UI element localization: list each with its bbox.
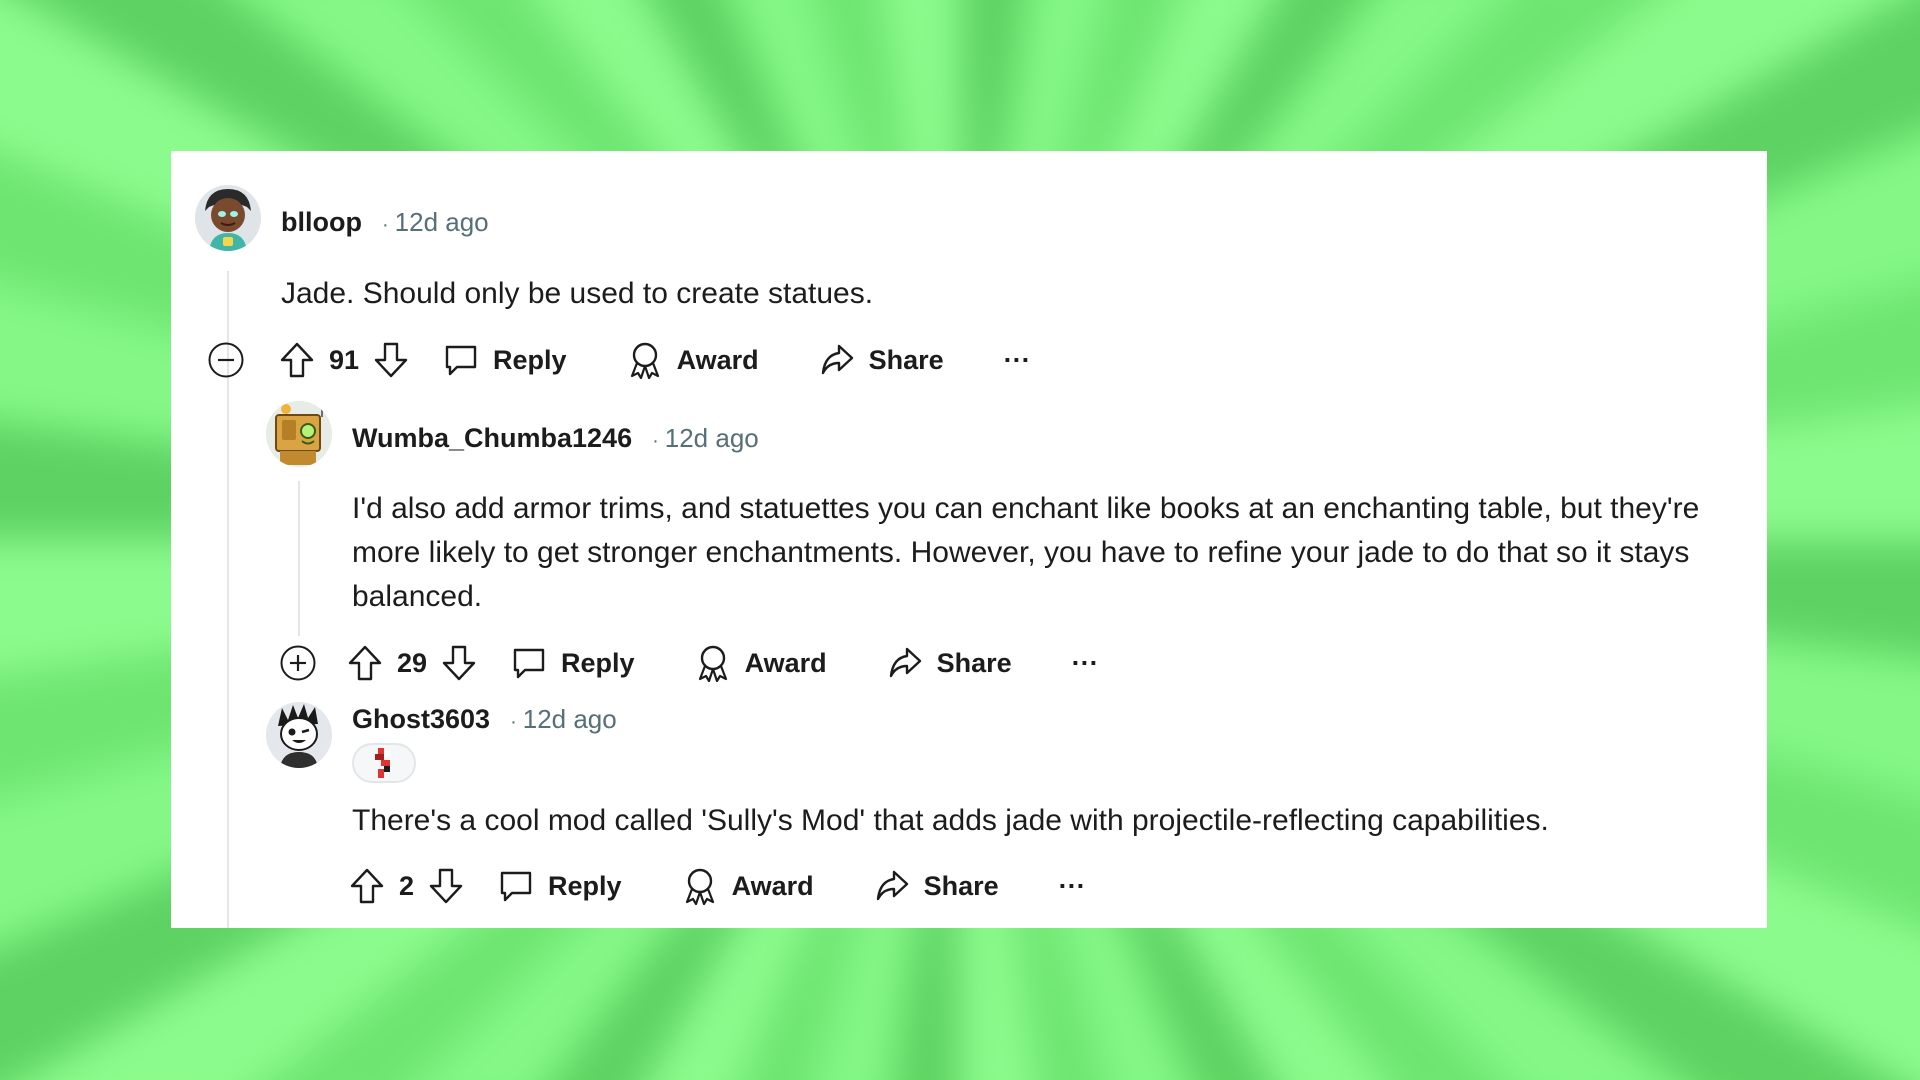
upvote-arrow-icon[interactable] (347, 644, 383, 682)
more-options-label: ··· (1003, 344, 1031, 375)
award-button[interactable]: Award (695, 644, 827, 682)
share-label: Share (868, 344, 944, 375)
meta-separator: · (381, 214, 389, 236)
comment-meta: blloop · 12d ago (281, 207, 489, 238)
comment-meta: Wumba_Chumba1246 · 12d ago (352, 423, 759, 454)
collapse-minus-icon[interactable] (207, 341, 245, 379)
award-button[interactable]: Award (627, 341, 759, 379)
speech-bubble-icon (511, 645, 547, 681)
share-button[interactable]: Share (819, 342, 944, 378)
award-ribbon-icon (682, 867, 718, 905)
award-ribbon-icon (695, 644, 731, 682)
timestamp[interactable]: 12d ago (395, 207, 489, 238)
avatar-wumba-icon (266, 401, 332, 467)
thread-line-level-2[interactable] (298, 481, 300, 636)
share-button[interactable]: Share (887, 645, 1012, 681)
award-ribbon-icon (627, 341, 663, 379)
award-label: Award (676, 344, 759, 375)
vote-count: 29 (397, 647, 428, 678)
user-flair (352, 743, 416, 783)
expand-plus-icon[interactable] (279, 644, 317, 682)
share-label: Share (936, 647, 1012, 678)
reply-button[interactable]: Reply (443, 342, 567, 378)
speech-bubble-icon (443, 342, 479, 378)
vote-count: 91 (329, 344, 360, 375)
share-arrow-icon (819, 342, 855, 378)
reply-label: Reply (493, 344, 567, 375)
downvote-arrow-icon[interactable] (428, 867, 464, 905)
comment-body: I'd also add armor trims, and statuettes… (352, 492, 1700, 613)
share-arrow-icon (887, 645, 923, 681)
award-button[interactable]: Award (682, 867, 814, 905)
share-label: Share (923, 870, 999, 901)
reply-button[interactable]: Reply (498, 868, 622, 904)
comment-action-bar: 29 Reply Award Share ··· (279, 640, 1099, 686)
meta-separator: · (510, 711, 517, 733)
pixel-flair-icon (372, 748, 396, 778)
comment-meta: Ghost3603 · 12d ago (352, 704, 617, 735)
comment-action-bar: 2 Reply Award Share ··· (349, 863, 1086, 909)
more-options-button[interactable]: ··· (1004, 345, 1031, 376)
comment-action-bar: 91 Reply Award Share ··· (207, 337, 1031, 383)
upvote-arrow-icon[interactable] (279, 341, 315, 379)
comment-body: There's a cool mod called 'Sully's Mod' … (352, 804, 1549, 837)
timestamp[interactable]: 12d ago (523, 704, 617, 735)
reply-label: Reply (548, 870, 622, 901)
downvote-arrow-icon[interactable] (441, 644, 477, 682)
award-label: Award (731, 870, 814, 901)
avatar-blloop-icon (195, 185, 261, 251)
share-arrow-icon (874, 868, 910, 904)
username[interactable]: blloop (281, 207, 362, 238)
comment-body: Jade. Should only be used to create stat… (281, 277, 874, 310)
award-label: Award (744, 647, 827, 678)
username[interactable]: Ghost3603 (352, 704, 490, 735)
more-options-button[interactable]: ··· (1059, 871, 1086, 902)
avatar-wumba-chumba1246[interactable] (266, 401, 332, 467)
reply-button[interactable]: Reply (511, 645, 635, 681)
more-options-label: ··· (1071, 647, 1099, 678)
share-button[interactable]: Share (874, 868, 999, 904)
downvote-arrow-icon[interactable] (373, 341, 409, 379)
avatar-ghost3603[interactable] (266, 702, 332, 768)
comment-thread-card: blloop · 12d ago Jade. Should only be us… (171, 151, 1767, 928)
more-options-button[interactable]: ··· (1072, 648, 1099, 679)
meta-separator: · (652, 430, 659, 452)
more-options-label: ··· (1058, 870, 1086, 901)
avatar-ghost-icon (266, 702, 332, 768)
username[interactable]: Wumba_Chumba1246 (352, 423, 632, 454)
upvote-arrow-icon[interactable] (349, 867, 385, 905)
avatar-blloop[interactable] (195, 185, 261, 251)
reply-label: Reply (561, 647, 635, 678)
vote-count: 2 (399, 870, 415, 901)
timestamp[interactable]: 12d ago (665, 423, 759, 454)
speech-bubble-icon (498, 868, 534, 904)
